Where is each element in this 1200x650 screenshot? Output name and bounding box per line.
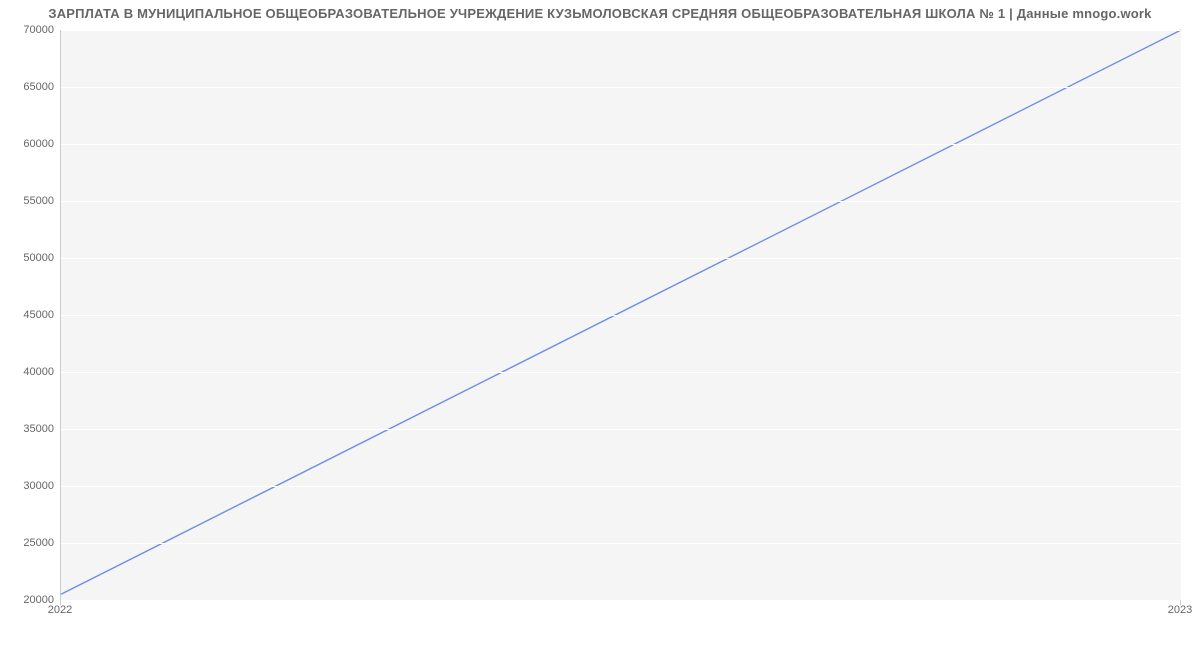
y-tick-label: 70000 [4,24,54,36]
y-tick-label: 25000 [4,537,54,549]
x-tick [60,600,61,605]
y-tick-label: 40000 [4,366,54,378]
y-tick-label: 20000 [4,594,54,606]
x-tick-label: 2022 [48,604,72,616]
grid-line [61,486,1181,487]
y-tick-label: 60000 [4,138,54,150]
grid-line [61,30,1181,31]
grid-line [61,429,1181,430]
grid-line [61,201,1181,202]
chart-container: ЗАРПЛАТА В МУНИЦИПАЛЬНОЕ ОБЩЕОБРАЗОВАТЕЛ… [0,0,1200,650]
grid-line [61,144,1181,145]
y-tick-label: 45000 [4,309,54,321]
y-tick-label: 50000 [4,252,54,264]
series-line-salary [61,30,1181,594]
grid-line [61,600,1181,601]
y-tick-label: 35000 [4,423,54,435]
y-tick-label: 65000 [4,81,54,93]
grid-line [61,543,1181,544]
x-tick-label: 2023 [1168,604,1192,616]
grid-line [61,372,1181,373]
plot-area [60,30,1181,601]
grid-line [61,258,1181,259]
y-tick-label: 55000 [4,195,54,207]
grid-line [61,315,1181,316]
y-tick-label: 30000 [4,480,54,492]
grid-line [61,87,1181,88]
chart-title: ЗАРПЛАТА В МУНИЦИПАЛЬНОЕ ОБЩЕОБРАЗОВАТЕЛ… [0,6,1200,21]
x-tick [1180,600,1181,605]
